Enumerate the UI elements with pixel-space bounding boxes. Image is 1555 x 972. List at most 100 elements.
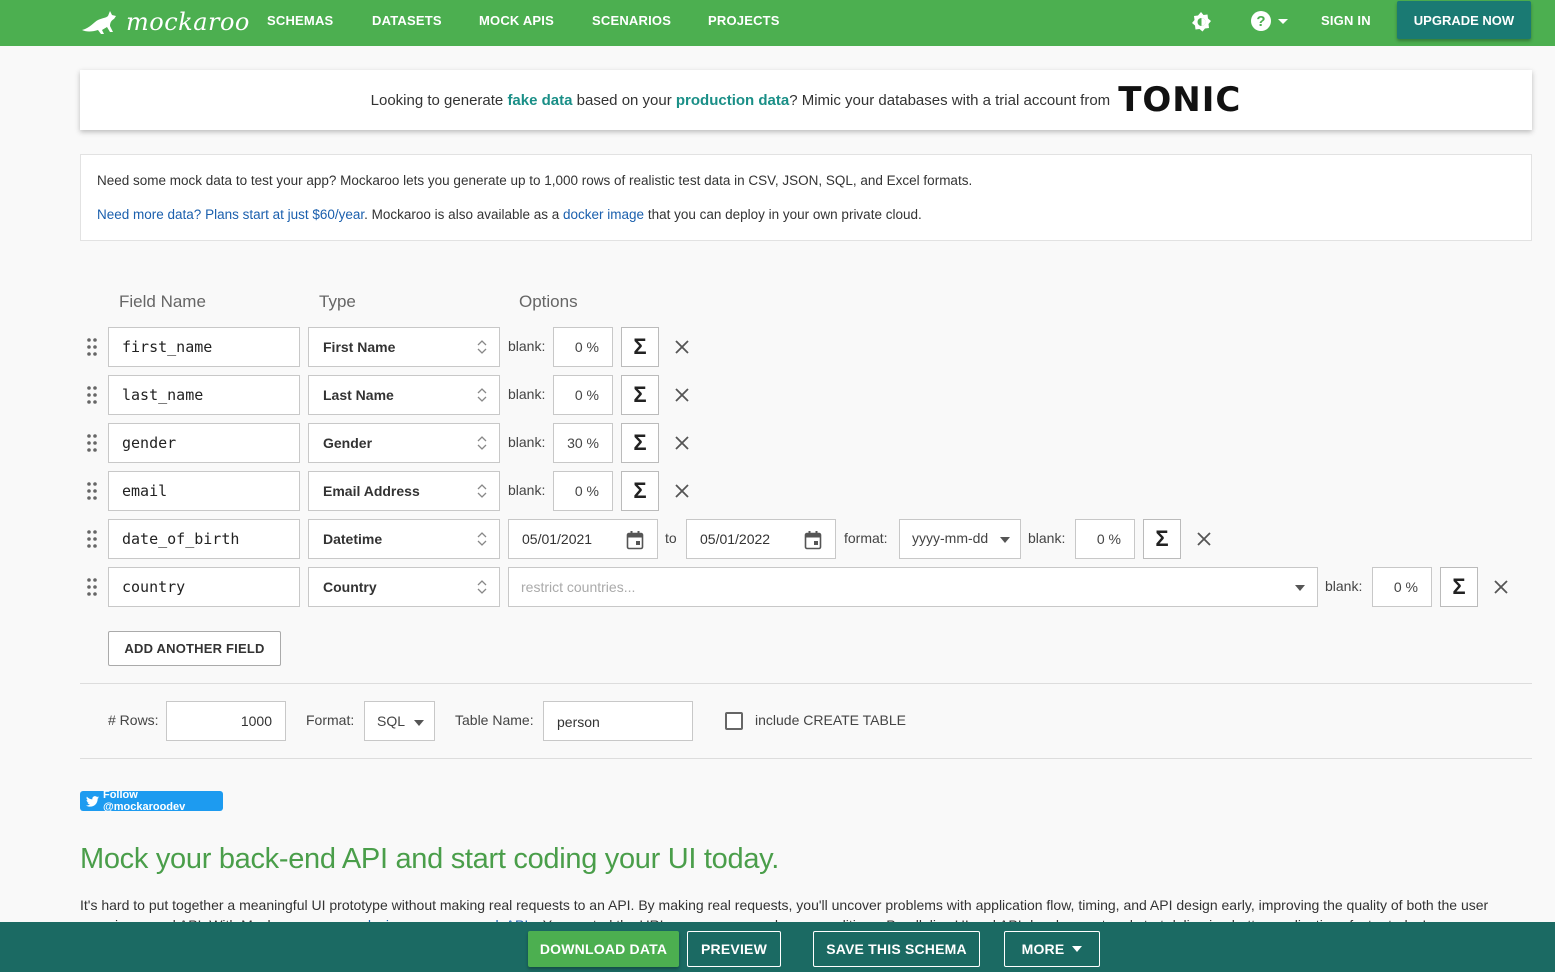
docker-image-link[interactable]: docker image [563,207,644,222]
formula-button[interactable]: Σ [1143,519,1181,559]
date-to-value: 05/01/2022 [700,531,771,547]
info-text-mid: . Mockaroo is also available as a [364,207,564,222]
sigma-icon: Σ [633,478,647,503]
date-to-input[interactable]: 05/01/2022 [686,519,836,559]
blank-percent-input[interactable]: 0 % [1075,519,1135,559]
blank-label: blank: [1028,530,1066,546]
field-name-input[interactable]: first_name [108,327,300,367]
top-nav: mockaroo SCHEMAS DATASETS MOCK APIS SCEN… [0,0,1555,46]
theme-toggle-icon[interactable] [1189,10,1213,34]
formula-button[interactable]: Σ [621,471,659,511]
sign-in-link[interactable]: SIGN IN [1321,13,1371,28]
section-heading: Mock your back-end API and start coding … [80,843,779,875]
field-type-select[interactable]: Last Name [308,375,500,415]
field-row: gender Gender blank: 30 % Σ [80,423,1530,463]
blank-percent-input[interactable]: 0 % [1372,567,1432,607]
formula-button[interactable]: Σ [1440,567,1478,607]
info-text-end: that you can deploy in your own private … [644,207,922,222]
blank-percent-input[interactable]: 30 % [553,423,613,463]
logo-text: mockaroo [126,8,250,36]
drag-handle-icon[interactable] [86,385,98,405]
blank-label: blank: [508,434,546,450]
blank-percent-input[interactable]: 0 % [553,375,613,415]
logo[interactable]: mockaroo [80,6,250,38]
sigma-icon: Σ [633,382,647,407]
plans-link[interactable]: Need more data? Plans start at just $60/… [97,207,364,222]
up-down-icon [477,484,487,498]
field-type-select[interactable]: First Name [308,327,500,367]
field-row: email Email Address blank: 0 % Σ [80,471,1530,511]
blank-percent-input[interactable]: 0 % [553,327,613,367]
sigma-icon: Σ [633,430,647,455]
remove-field-icon[interactable] [1492,578,1510,596]
date-from-input[interactable]: 05/01/2021 [508,519,658,559]
remove-field-icon[interactable] [673,386,691,404]
field-name-input[interactable]: last_name [108,375,300,415]
rows-input[interactable]: 1000 [166,701,286,741]
create-table-checkbox[interactable] [725,712,743,730]
tonic-banner[interactable]: Looking to generate fake data based on y… [80,70,1532,130]
field-type-select[interactable]: Gender [308,423,500,463]
field-name-input[interactable]: date_of_birth [108,519,300,559]
download-data-button[interactable]: DOWNLOAD DATA [528,931,679,967]
tonic-logo: TONIC [1118,80,1242,120]
calendar-icon[interactable] [626,530,644,550]
blank-percent-input[interactable]: 0 % [553,471,613,511]
drag-handle-icon[interactable] [86,481,98,501]
field-name-header: Field Name [119,292,206,311]
save-schema-button[interactable]: SAVE THIS SCHEMA [813,931,980,967]
remove-field-icon[interactable] [1195,530,1213,548]
up-down-icon [477,532,487,546]
field-row: date_of_birth Datetime 05/01/2021 to 05/… [80,519,1530,559]
blank-label: blank: [508,386,546,402]
drag-handle-icon[interactable] [86,529,98,549]
field-name-input[interactable]: gender [108,423,300,463]
help-menu[interactable]: ? [1250,10,1290,32]
format-select[interactable]: SQL [364,701,435,741]
preview-button[interactable]: PREVIEW [687,931,781,967]
formula-button[interactable]: Σ [621,375,659,415]
restrict-countries-select[interactable]: restrict countries... [508,567,1318,607]
more-button[interactable]: MORE [1004,931,1100,967]
nav-schemas[interactable]: SCHEMAS [267,13,333,28]
up-down-icon [477,580,487,594]
sigma-icon: Σ [1452,574,1466,599]
nav-datasets[interactable]: DATASETS [372,13,442,28]
banner-text-prefix: Looking to generate [370,91,508,109]
remove-field-icon[interactable] [673,482,691,500]
svg-text:?: ? [1256,13,1265,30]
table-name-input[interactable]: person [543,701,693,741]
drag-handle-icon[interactable] [86,433,98,453]
formula-button[interactable]: Σ [621,423,659,463]
divider [80,758,1532,759]
field-type-select[interactable]: Datetime [308,519,500,559]
formula-button[interactable]: Σ [621,327,659,367]
remove-field-icon[interactable] [673,338,691,356]
nav-projects[interactable]: PROJECTS [708,13,780,28]
field-type-label: Last Name [323,387,394,403]
field-name-input[interactable]: email [108,471,300,511]
blank-label: blank: [508,482,546,498]
remove-field-icon[interactable] [673,434,691,452]
field-type-select[interactable]: Email Address [308,471,500,511]
up-down-icon [477,340,487,354]
field-type-select[interactable]: Country [308,567,500,607]
caret-down-icon [1072,946,1083,952]
nav-mock-apis[interactable]: MOCK APIS [479,13,554,28]
field-name-input[interactable]: country [108,567,300,607]
calendar-icon[interactable] [804,530,822,550]
nav-scenarios[interactable]: SCENARIOS [592,13,671,28]
drag-handle-icon[interactable] [86,577,98,597]
banner-text-middle: based on your [572,91,676,109]
sigma-icon: Σ [633,334,647,359]
drag-handle-icon[interactable] [86,337,98,357]
twitter-follow-label: Follow @mockaroodev [102,789,186,813]
create-table-label[interactable]: include CREATE TABLE [755,712,906,728]
date-format-select[interactable]: yyyy-mm-dd [899,519,1021,559]
upgrade-now-button[interactable]: UPGRADE NOW [1397,1,1531,39]
to-label: to [665,530,677,546]
twitter-follow-button[interactable]: Follow @mockaroodev [80,789,223,813]
add-another-field-button[interactable]: ADD ANOTHER FIELD [108,631,281,666]
field-row: country Country restrict countries... bl… [80,567,1530,607]
caret-down-icon [1000,537,1010,543]
